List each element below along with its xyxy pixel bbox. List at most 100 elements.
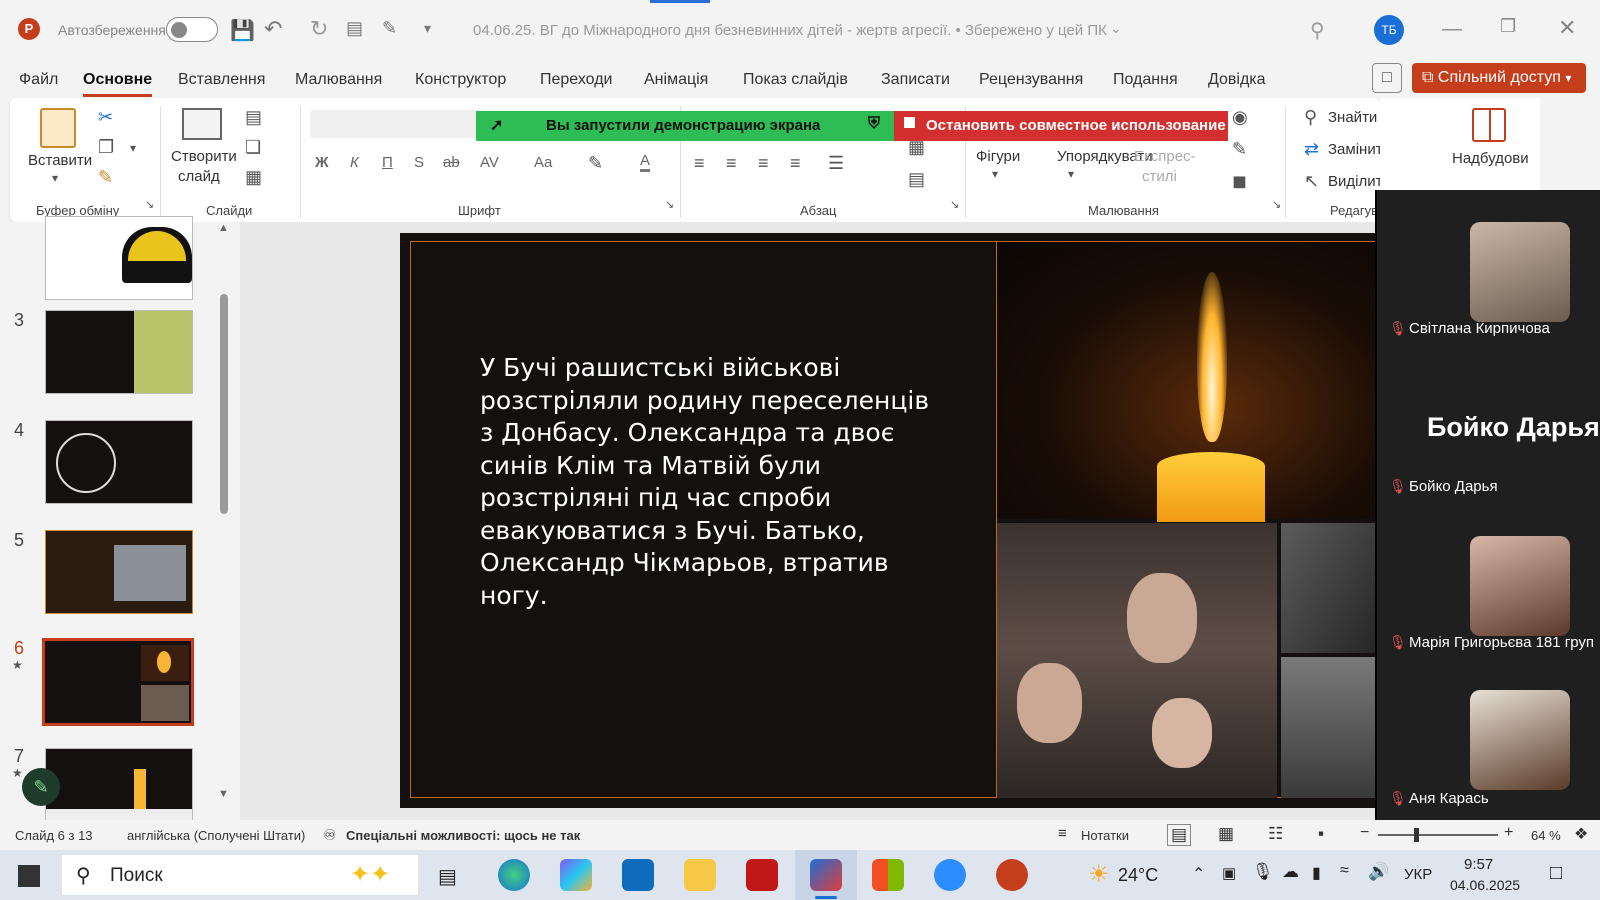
thumbnail-slide-2[interactable] [45, 216, 193, 300]
edge-icon[interactable] [498, 859, 530, 891]
accessibility-status[interactable]: Спеціальні можливості: щось не так [346, 828, 580, 843]
clipboard-launcher-icon[interactable]: ↘ [145, 200, 154, 211]
drawing-launcher-icon[interactable]: ↘ [1272, 200, 1281, 211]
copilot-icon[interactable] [560, 859, 592, 891]
tray-app-icon[interactable]: ▣ [1222, 864, 1236, 882]
copy-icon[interactable]: ❐ [98, 138, 114, 156]
cut-icon[interactable]: ✂ [98, 108, 113, 126]
addins-icon[interactable] [1472, 108, 1506, 142]
arrange-chevron-icon[interactable]: ▾ [1068, 168, 1074, 180]
zoom-slider[interactable] [1378, 828, 1498, 842]
new-slide-label-1[interactable]: Створити [171, 148, 237, 165]
zoom-out-icon[interactable]: − [1360, 824, 1369, 842]
redo-icon[interactable]: ↻ [310, 16, 328, 42]
save-icon[interactable]: 💾 [230, 18, 255, 43]
slide-sorter-icon[interactable]: ▦ [1218, 824, 1234, 844]
onedrive-icon[interactable]: ☁ [1282, 862, 1299, 882]
shapes-button[interactable]: Фігури [976, 148, 1020, 165]
font-color-button[interactable]: A [640, 152, 651, 172]
align-center-icon[interactable]: ≡ [726, 154, 737, 172]
tab-home[interactable]: Основне [83, 71, 153, 97]
weather-temp[interactable]: 24°C [1118, 865, 1158, 886]
zoom-icon[interactable] [934, 859, 966, 891]
shape-fill-icon[interactable]: ◉ [1232, 108, 1248, 126]
fit-slide-icon[interactable]: ❖ [1574, 824, 1588, 844]
select-icon[interactable]: ↖ [1304, 172, 1319, 190]
scroll-down-icon[interactable]: ▼ [218, 788, 229, 800]
slideshow-view-icon[interactable]: ▪ [1318, 824, 1324, 844]
format-painter-icon[interactable]: ✎ [98, 168, 113, 186]
task-view-icon[interactable]: ▤ [438, 864, 457, 889]
family-photo[interactable] [997, 523, 1277, 798]
powerpoint-icon[interactable] [996, 859, 1028, 891]
find-button[interactable]: Знайти [1328, 109, 1377, 126]
scroll-up-icon[interactable]: ▲ [218, 222, 229, 234]
smartart-icon[interactable]: ▤ [908, 170, 925, 188]
align-right-icon[interactable]: ≡ [758, 154, 769, 172]
strikethrough-button[interactable]: ab [443, 154, 460, 171]
comments-button[interactable]: □ [1372, 63, 1402, 93]
customize-qat-icon[interactable]: ▾ [424, 20, 431, 37]
shape-outline-icon[interactable]: ✎ [1232, 140, 1247, 158]
layout-icon[interactable]: ▤ [245, 108, 262, 126]
tab-slideshow[interactable]: Показ слайдів [743, 71, 848, 89]
stop-sharing-button[interactable]: Остановить совместное использование [894, 111, 1228, 141]
quick-styles-button-2[interactable]: стилі [1142, 168, 1177, 185]
tab-file[interactable]: Файл [19, 71, 58, 89]
tab-animations[interactable]: Анімація [644, 71, 708, 89]
pane-scrollbar[interactable] [220, 294, 228, 514]
keyboard-language[interactable]: УКР [1404, 866, 1432, 883]
char-spacing-button[interactable]: AV [480, 154, 499, 171]
thumbnail-slide-3[interactable] [45, 310, 193, 394]
search-icon[interactable]: ⚲ [1310, 18, 1325, 43]
find-icon[interactable]: ⚲ [1304, 108, 1317, 126]
shadow-button[interactable]: S [414, 154, 424, 171]
share-button[interactable]: ⧉ Спільний доступ ▾ [1412, 63, 1586, 93]
mcafee-icon[interactable] [746, 859, 778, 891]
replace-icon[interactable]: ⇄ [1304, 140, 1319, 158]
tab-design[interactable]: Конструктор [415, 71, 506, 89]
restore-icon[interactable]: ❐ [1500, 16, 1516, 37]
candle-image[interactable] [997, 242, 1400, 522]
align-left-icon[interactable]: ≡ [694, 154, 705, 172]
file-explorer-icon[interactable] [684, 859, 716, 891]
tray-mic-icon[interactable]: 🎙 [1252, 862, 1274, 882]
close-icon[interactable]: ✕ [1558, 15, 1576, 41]
notifications-icon[interactable]: □ [1550, 862, 1562, 885]
undo-icon[interactable]: ↶ [264, 16, 282, 42]
battery-icon[interactable]: ▮ [1312, 863, 1321, 883]
thumbnail-slide-5[interactable] [45, 530, 193, 614]
shape-effects-icon[interactable]: ◼ [1232, 172, 1247, 190]
normal-view-icon[interactable]: ▤ [1167, 824, 1192, 846]
slide-body-text[interactable]: У Бучі рашистські військові розстріляли … [480, 352, 950, 612]
paste-label[interactable]: Вставити [28, 152, 92, 169]
quick-styles-button-1[interactable]: Експрес- [1134, 148, 1196, 165]
thumbnail-slide-6-selected[interactable] [42, 638, 194, 726]
tab-review[interactable]: Рецензування [979, 71, 1083, 89]
language-indicator[interactable]: англійська (Сполучені Штати) [127, 828, 305, 843]
font-launcher-icon[interactable]: ↘ [665, 200, 674, 211]
tab-insert[interactable]: Вставлення [178, 71, 265, 89]
underline-button[interactable]: П [382, 154, 393, 171]
volume-icon[interactable]: 🔊 [1368, 862, 1389, 882]
thumbnail-slide-4[interactable] [45, 420, 193, 504]
wifi-icon[interactable]: ≈ [1340, 862, 1349, 880]
document-title[interactable]: 04.06.25. ВГ до Міжнародного дня безневи… [473, 22, 1107, 39]
change-case-button[interactable]: Aa [534, 154, 552, 171]
new-slide-icon[interactable] [182, 108, 222, 140]
draw-icon[interactable]: ✎ [382, 18, 397, 39]
new-slide-label-2[interactable]: слайд [178, 168, 220, 185]
pen-button[interactable]: ✎ [22, 768, 60, 806]
minimize-icon[interactable]: — [1442, 18, 1462, 41]
paragraph-launcher-icon[interactable]: ↘ [950, 200, 959, 211]
reading-view-icon[interactable]: ☷ [1268, 824, 1283, 844]
shapes-chevron-icon[interactable]: ▾ [992, 168, 998, 180]
clock-time[interactable]: 9:57 [1464, 856, 1493, 873]
addins-button[interactable]: Надбудови [1452, 150, 1529, 167]
tab-view[interactable]: Подання [1113, 71, 1178, 89]
taskbar-search-box[interactable]: ⚲ Поиск ✦✦ [62, 855, 418, 895]
paste-chevron-icon[interactable]: ▾ [52, 172, 58, 184]
section-icon[interactable]: ▦ [245, 168, 262, 186]
font-name-box[interactable] [310, 110, 480, 138]
snipping-tool-icon[interactable] [810, 859, 842, 891]
